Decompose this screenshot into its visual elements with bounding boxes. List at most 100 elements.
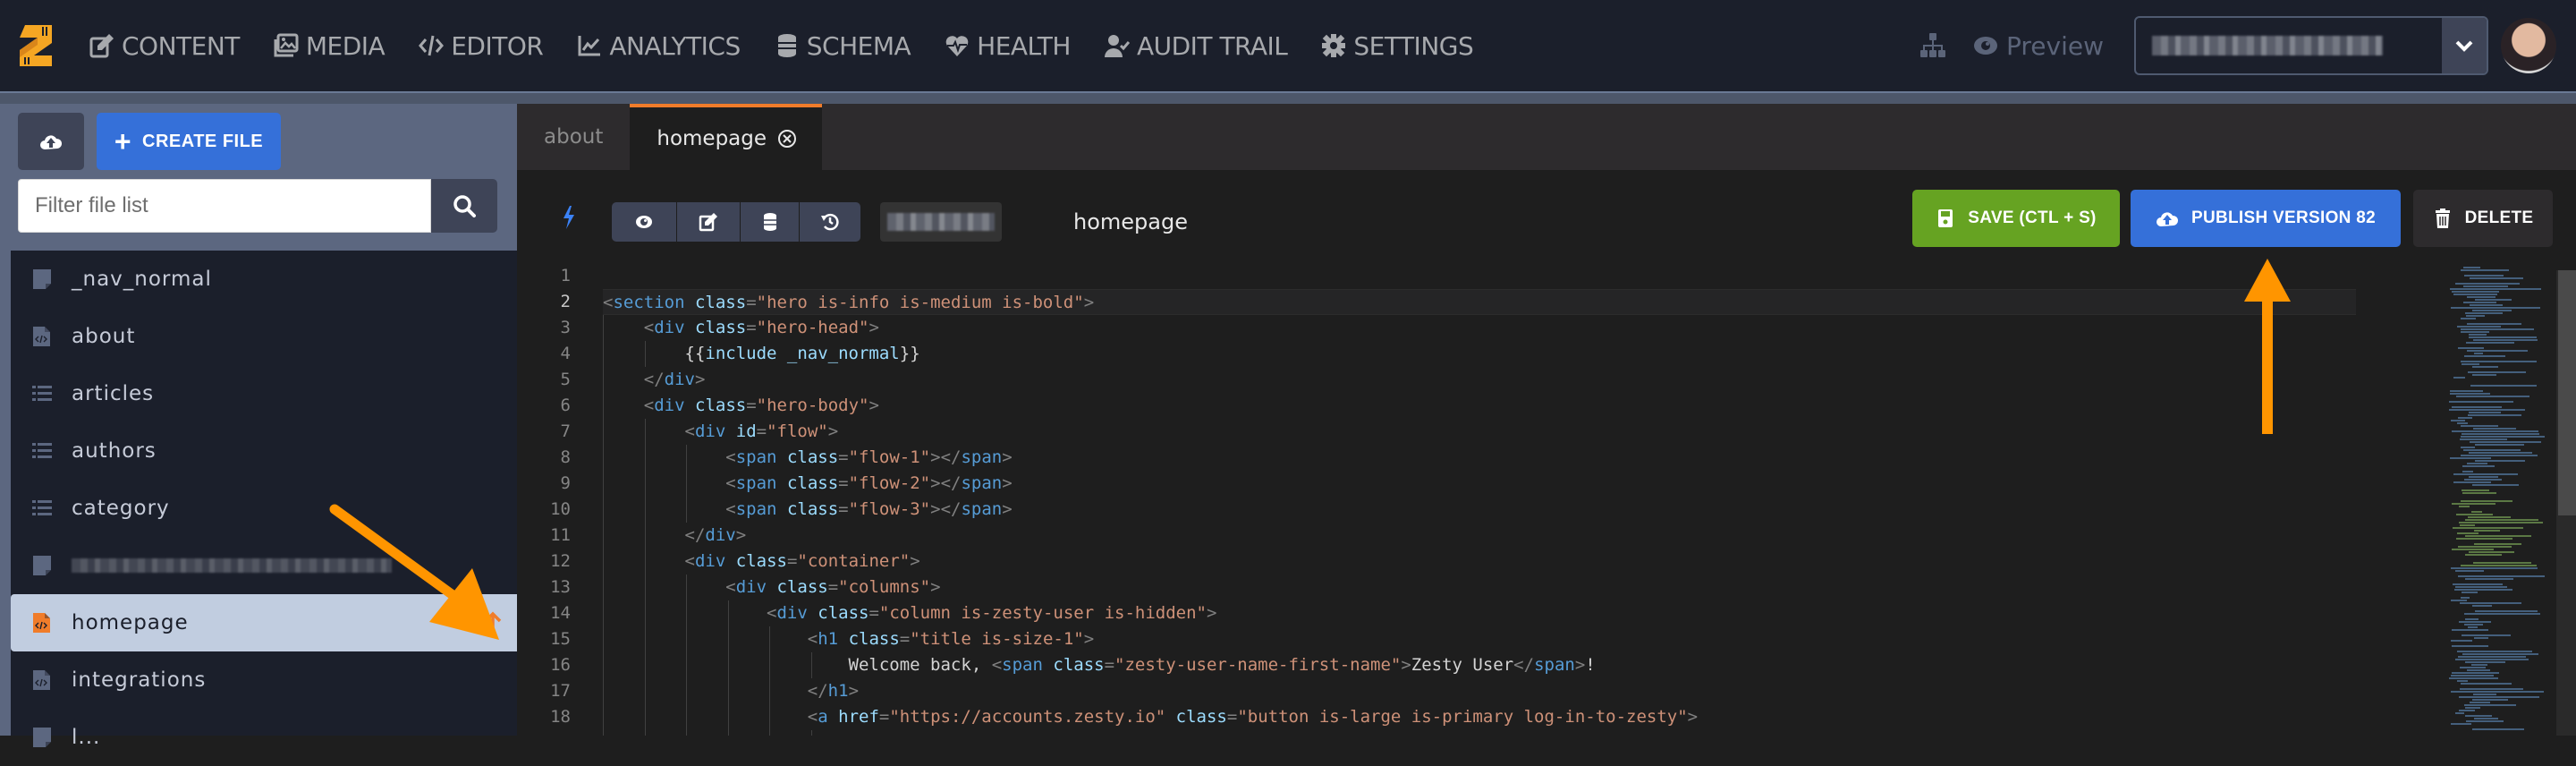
- file-list-item[interactable]: l...: [11, 709, 517, 766]
- publish-button[interactable]: PUBLISH VERSION 82: [2131, 190, 2401, 247]
- sitemap-icon[interactable]: [1919, 31, 1947, 60]
- code-token: class: [694, 293, 747, 312]
- code-token: }}: [899, 344, 920, 363]
- minimap-line: [2455, 586, 2507, 588]
- code-token: >: [1206, 603, 1217, 623]
- indent-guide: [686, 652, 687, 678]
- tab-label: about: [544, 125, 604, 149]
- minimap-line: [2460, 602, 2521, 604]
- minimap-line: [2470, 304, 2503, 306]
- code-line: <a href="https://accounts.zesty.io" clas…: [603, 704, 2392, 730]
- code-token: <: [991, 655, 1003, 675]
- minimap-line: [2475, 460, 2525, 462]
- lightning-bolt-icon[interactable]: [562, 206, 576, 229]
- code-token: ></: [930, 447, 962, 467]
- nav-item-content[interactable]: CONTENT: [89, 31, 240, 61]
- code-minimap[interactable]: [2449, 263, 2551, 736]
- minimap-line: [2469, 412, 2501, 413]
- code-line: </h1>: [603, 678, 2392, 704]
- code-token: =: [838, 499, 849, 519]
- code-token: <: [767, 603, 777, 623]
- code-token: "columns": [838, 577, 931, 597]
- code-icon: [419, 33, 451, 58]
- file-list-item[interactable]: _nav_normal: [11, 251, 517, 308]
- minimap-line: [2461, 331, 2489, 333]
- save-button[interactable]: SAVE (CTL + S): [1912, 190, 2120, 247]
- indent-guide: [686, 730, 687, 736]
- code-token: >: [694, 370, 706, 389]
- code-lines[interactable]: <section class="hero is-info is-medium i…: [603, 263, 2392, 736]
- line-number: 4: [560, 344, 571, 363]
- delete-button[interactable]: DELETE: [2413, 190, 2553, 247]
- indent-guide: [686, 497, 687, 523]
- minimap-line: [2461, 328, 2534, 330]
- code-token: Welcome back,: [848, 655, 992, 675]
- indent-guide: [603, 393, 604, 419]
- user-avatar[interactable]: [2501, 18, 2556, 73]
- code-token: <: [643, 396, 655, 415]
- file-list-item[interactable]: integrations: [11, 651, 517, 709]
- editor-scrollbar-thumb[interactable]: [2558, 270, 2576, 515]
- code-token: span: [961, 473, 1003, 493]
- code-line: </div>: [603, 367, 2392, 393]
- close-tab-icon[interactable]: [777, 129, 797, 149]
- publish-label: PUBLISH VERSION 82: [2190, 209, 2376, 227]
- minimap-line: [2475, 444, 2524, 446]
- file-list-item[interactable]: category: [11, 480, 517, 537]
- filter-file-list-input[interactable]: [18, 179, 431, 233]
- file-name: about: [72, 325, 136, 348]
- code-editor[interactable]: 12345678910111213141516171819 <section c…: [517, 263, 2576, 736]
- minimap-line: [2474, 530, 2500, 532]
- preview-view-button[interactable]: [612, 202, 676, 242]
- instance-selector[interactable]: [2134, 16, 2488, 75]
- schema-button[interactable]: [741, 202, 799, 242]
- minimap-line: [2458, 656, 2526, 658]
- line-number: 2: [560, 292, 571, 311]
- nav-item-settings[interactable]: SETTINGS: [1321, 31, 1474, 61]
- path-prefix-redacted: [887, 213, 995, 231]
- chart-icon: [577, 33, 609, 58]
- file-list-item[interactable]: [11, 537, 517, 594]
- instance-name-redacted: [2152, 36, 2383, 55]
- minimap-line: [2463, 302, 2496, 303]
- nav-item-schema[interactable]: SCHEMA: [775, 31, 911, 61]
- code-token: <: [725, 577, 736, 597]
- minimap-line: [2456, 514, 2493, 515]
- create-file-button[interactable]: + CREATE FILE: [97, 113, 281, 170]
- code-token: >: [1083, 629, 1095, 649]
- code-line: <span class="flow-2"></span>: [603, 471, 2392, 497]
- minimap-line: [2473, 562, 2531, 564]
- nav-item-editor[interactable]: EDITOR: [419, 31, 544, 61]
- history-button[interactable]: [800, 202, 860, 242]
- preview-link[interactable]: Preview: [1972, 31, 2104, 61]
- search-button[interactable]: [431, 179, 497, 233]
- editor-tab-homepage[interactable]: homepage: [630, 104, 823, 170]
- editor-tab-about[interactable]: about: [517, 104, 630, 170]
- nav-item-audit-trail[interactable]: AUDIT TRAIL: [1104, 31, 1288, 61]
- indent-guide: [644, 497, 646, 523]
- edit-icon: [89, 33, 122, 58]
- upload-file-button[interactable]: [18, 113, 84, 170]
- zesty-logo-icon[interactable]: [13, 23, 61, 68]
- file-list-item[interactable]: authors: [11, 422, 517, 480]
- indent-guide: [603, 367, 604, 393]
- instance-dropdown-button[interactable]: [2442, 18, 2487, 73]
- code-line: <div class="columns">: [603, 574, 2392, 600]
- nav-item-label: SCHEMA: [806, 30, 911, 61]
- minimap-line: [2474, 543, 2521, 545]
- code-token: >: [1002, 499, 1013, 519]
- file-list-item[interactable]: homepage: [11, 594, 517, 651]
- file-name: homepage: [72, 611, 189, 634]
- edit-content-button[interactable]: [677, 202, 740, 242]
- code-token: =: [1104, 655, 1115, 675]
- file-list-item[interactable]: about: [11, 308, 517, 365]
- file-list-item[interactable]: articles: [11, 365, 517, 422]
- nav-item-media[interactable]: MEDIA: [274, 31, 386, 61]
- code-line: <div class="container">: [603, 549, 2392, 574]
- nav-item-analytics[interactable]: ANALYTICS: [577, 31, 741, 61]
- nav-item-health[interactable]: HEALTH: [945, 31, 1071, 61]
